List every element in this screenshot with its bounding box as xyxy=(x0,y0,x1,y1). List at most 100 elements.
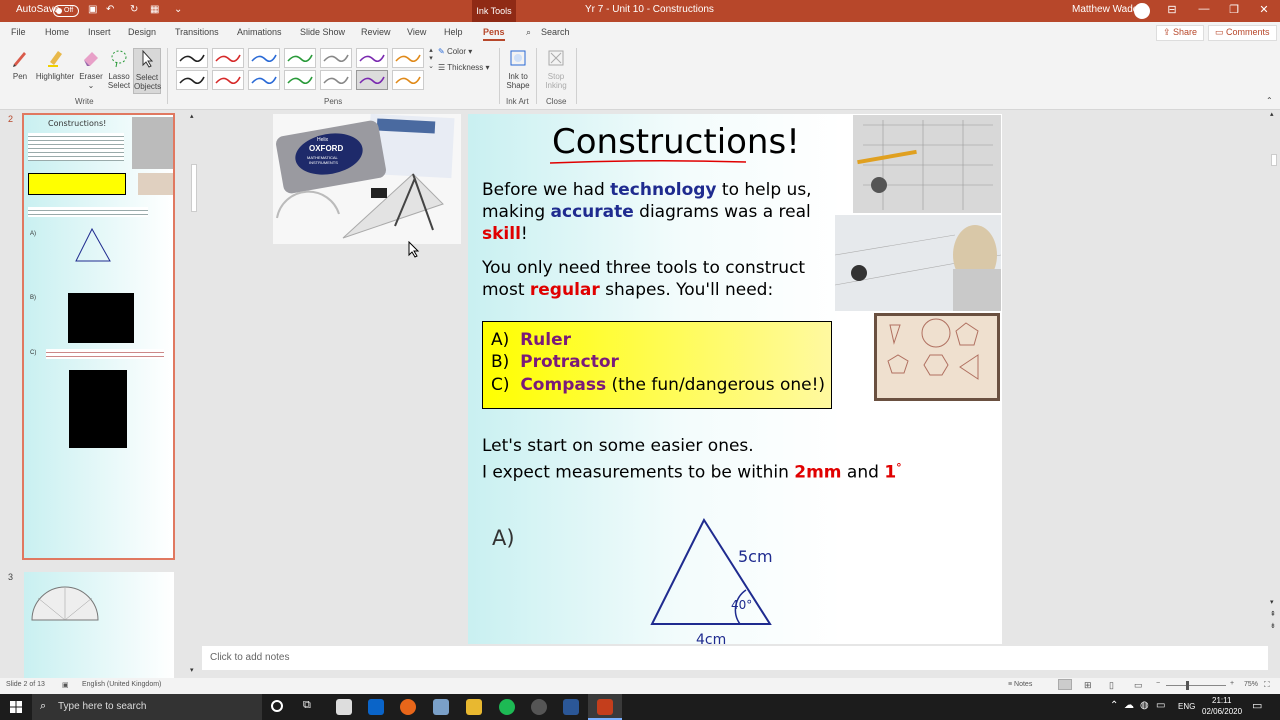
notes-placeholder[interactable]: Click to add notes xyxy=(210,652,290,663)
pen-swatch[interactable] xyxy=(392,48,424,68)
language-indicator[interactable]: ENG xyxy=(1178,702,1195,711)
restore-button[interactable]: ❐ xyxy=(1224,3,1244,16)
share-button[interactable]: ⇪ Share xyxy=(1156,25,1205,41)
minimize-button[interactable]: — xyxy=(1194,3,1214,15)
network-icon[interactable]: ◍ xyxy=(1140,700,1149,711)
slide-thumbnail-3[interactable] xyxy=(24,572,174,678)
windows-start-icon[interactable] xyxy=(10,701,22,713)
close-button[interactable]: ✕ xyxy=(1254,3,1274,16)
pen-swatch[interactable] xyxy=(284,70,316,90)
notes-pane[interactable]: Click to add notes xyxy=(202,646,1268,670)
tab-home[interactable]: Home xyxy=(45,27,69,37)
gallery-scroll-icon[interactable]: ▴ ▾ ⌄ xyxy=(426,46,436,70)
pen-swatch[interactable] xyxy=(284,48,316,68)
slide-show-icon[interactable]: ▭ xyxy=(1134,680,1143,691)
scroll-down-icon[interactable]: ▾ xyxy=(1270,598,1274,606)
scroll-up-icon[interactable]: ▴ xyxy=(1270,110,1274,118)
calculator-icon[interactable] xyxy=(336,699,352,715)
slide-thumbnail-2[interactable]: Constructions! A) B) C) xyxy=(22,113,175,560)
oxford-tin-image[interactable]: Helix OXFORD MATHEMATICAL INSTRUMENTS xyxy=(273,113,461,244)
show-hidden-icons[interactable]: ⌃ xyxy=(1110,700,1118,711)
clock-time[interactable]: 21:11 xyxy=(1212,696,1231,705)
ribbon-display-options-icon[interactable]: ⊟ xyxy=(1162,3,1182,16)
next-slide-icon[interactable]: ⇟ xyxy=(1270,622,1276,630)
tab-slide-show[interactable]: Slide Show xyxy=(300,27,345,37)
stop-inking-button[interactable]: Stop Inking xyxy=(540,48,572,90)
lasso-select-button[interactable]: Lasso Select xyxy=(106,48,132,90)
powerpoint-taskbar-button[interactable] xyxy=(588,694,622,720)
slide-canvas[interactable]: Constructions! Before we had technology … xyxy=(468,114,1002,644)
user-name[interactable]: Matthew Wade xyxy=(1072,4,1138,15)
pen-swatch[interactable] xyxy=(392,70,424,90)
redo-icon[interactable]: ↻ xyxy=(130,4,138,15)
firefox-icon[interactable] xyxy=(400,699,416,715)
thickness-button[interactable]: ☰ Thickness ▾ xyxy=(438,63,490,72)
tab-review[interactable]: Review xyxy=(361,27,391,37)
highlighter-button[interactable]: Highlighter xyxy=(34,48,76,81)
notification-icon[interactable]: ▭ xyxy=(1252,699,1262,712)
pen-swatch[interactable] xyxy=(212,48,244,68)
pen-swatch[interactable] xyxy=(320,48,352,68)
normal-view-icon[interactable] xyxy=(1058,679,1072,690)
search-icon[interactable]: ⌕ xyxy=(526,27,531,38)
customize-qat-icon[interactable]: ⌄ xyxy=(174,4,182,15)
pen-swatch[interactable] xyxy=(356,70,388,90)
eraser-button[interactable]: Eraser ⌄ xyxy=(78,48,104,90)
zoom-slider[interactable] xyxy=(1166,685,1226,686)
pen-button[interactable]: Pen xyxy=(8,48,32,81)
taskbar-search-box[interactable]: ⌕ Type here to search xyxy=(32,694,262,720)
fit-to-window-icon[interactable]: ⛶ xyxy=(1264,680,1270,690)
tab-animations[interactable]: Animations xyxy=(237,27,282,37)
slide-sorter-icon[interactable]: ⊞ xyxy=(1084,680,1092,691)
word-icon[interactable] xyxy=(563,699,579,715)
clock-date[interactable]: 02/06/2020 xyxy=(1202,707,1242,716)
search-box[interactable]: Search xyxy=(541,27,570,37)
slide-scrollbar[interactable]: ▴ ▾ ⇞ ⇟ xyxy=(1268,110,1280,646)
color-button[interactable]: ✎ Color ▾ xyxy=(438,47,472,56)
pen-swatch[interactable] xyxy=(212,70,244,90)
zoom-in-icon[interactable]: + xyxy=(1230,680,1234,687)
select-objects-button[interactable]: Select Objects xyxy=(133,48,161,94)
zoom-slider-thumb[interactable] xyxy=(1186,681,1189,690)
scrollbar-thumb[interactable] xyxy=(191,164,197,212)
start-from-beginning-icon[interactable]: ▦ xyxy=(150,4,159,15)
task-view-icon[interactable]: ⧉ xyxy=(303,699,311,712)
pen-swatch[interactable] xyxy=(248,70,280,90)
battery-icon[interactable]: ▭ xyxy=(1156,700,1165,711)
save-icon[interactable]: ▣ xyxy=(88,4,97,15)
undo-icon[interactable]: ↶ xyxy=(106,4,114,15)
tab-file[interactable]: File xyxy=(11,27,26,37)
tab-view[interactable]: View xyxy=(407,27,426,37)
avatar[interactable] xyxy=(1134,3,1150,19)
onedrive-icon[interactable]: ☁ xyxy=(1124,700,1134,711)
tab-design[interactable]: Design xyxy=(128,27,156,37)
thumbnail-scrollbar[interactable]: ▴ ▾ xyxy=(188,110,200,678)
tab-transitions[interactable]: Transitions xyxy=(175,27,219,37)
pen-swatch[interactable] xyxy=(356,48,388,68)
ink-to-shape-button[interactable]: Ink to Shape xyxy=(503,48,533,90)
app-icon[interactable] xyxy=(433,699,449,715)
tab-pens[interactable]: Pens xyxy=(483,27,505,41)
pen-swatch[interactable] xyxy=(176,48,208,68)
notes-toggle-button[interactable]: ≡ Notes xyxy=(1008,681,1032,688)
collapse-ribbon-icon[interactable]: ⌃ xyxy=(1266,96,1273,105)
zoom-out-icon[interactable]: − xyxy=(1156,680,1160,687)
app-icon[interactable] xyxy=(531,699,547,715)
file-explorer-icon[interactable] xyxy=(466,699,482,715)
cortana-icon[interactable] xyxy=(271,700,283,712)
scroll-up-icon[interactable]: ▴ xyxy=(190,112,194,120)
autosave-toggle[interactable]: Off xyxy=(53,5,79,17)
pen-swatch[interactable] xyxy=(176,70,208,90)
previous-slide-icon[interactable]: ⇞ xyxy=(1270,610,1276,618)
tab-help[interactable]: Help xyxy=(444,27,463,37)
spellcheck-icon[interactable]: ▣ xyxy=(62,681,69,689)
language-indicator[interactable]: English (United Kingdom) xyxy=(82,681,161,688)
mail-icon[interactable] xyxy=(368,699,384,715)
spotify-icon[interactable] xyxy=(499,699,515,715)
zoom-level[interactable]: 75% xyxy=(1244,681,1258,688)
comments-button[interactable]: ▭ Comments xyxy=(1208,25,1277,41)
pen-swatch[interactable] xyxy=(320,70,352,90)
tab-insert[interactable]: Insert xyxy=(88,27,111,37)
scroll-down-icon[interactable]: ▾ xyxy=(190,666,194,674)
scrollbar-thumb[interactable] xyxy=(1271,154,1277,166)
